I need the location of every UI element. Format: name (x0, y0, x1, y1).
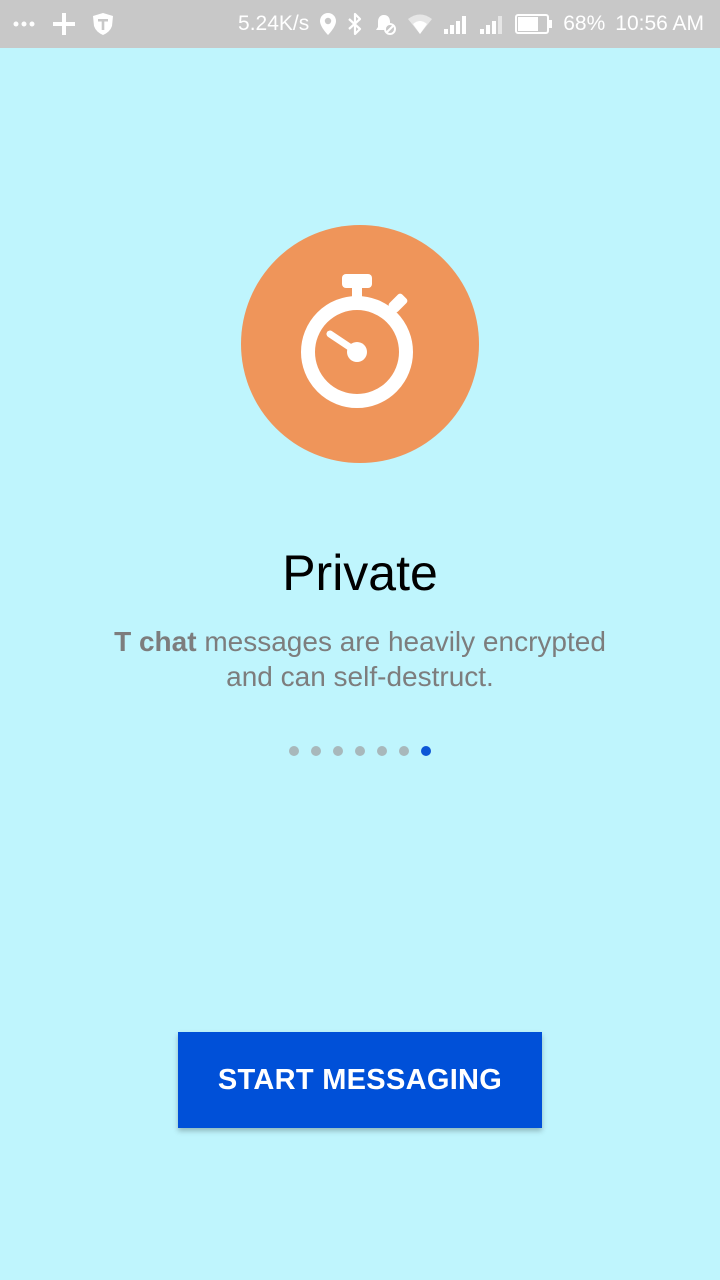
subtitle-line2: and can self-destruct. (226, 661, 494, 692)
page-dot (399, 746, 409, 756)
bluetooth-icon (347, 12, 363, 36)
location-icon (319, 12, 337, 36)
stopwatch-icon (300, 272, 420, 417)
alarm-icon (373, 12, 397, 36)
brand-name: T chat (114, 626, 197, 657)
page-title: Private (282, 545, 438, 601)
shield-t-icon (92, 12, 114, 36)
battery-icon (515, 13, 553, 35)
page-subtitle: T chat messages are heavily encrypted an… (80, 624, 640, 694)
more-dots-icon (12, 20, 36, 28)
signal-1-icon (443, 13, 469, 35)
start-messaging-button[interactable]: START MESSAGING (178, 1032, 542, 1128)
status-bar: 5.24K/s 68% 10:56 AM (0, 0, 720, 48)
network-speed: 5.24K/s (238, 12, 310, 35)
page-dot (333, 746, 343, 756)
page-dot-active (421, 746, 431, 756)
page-dot (377, 746, 387, 756)
page-dot (355, 746, 365, 756)
page-dot (311, 746, 321, 756)
clock-time: 10:56 AM (615, 12, 704, 35)
battery-percent: 68% (563, 12, 606, 35)
subtitle-line1: messages are heavily encrypted (196, 626, 606, 657)
page-dot (289, 746, 299, 756)
status-bar-left (12, 0, 114, 48)
wifi-icon (407, 13, 433, 35)
status-bar-right: 5.24K/s 68% 10:56 AM (238, 0, 704, 48)
signal-2-icon (479, 13, 505, 35)
plus-icon (52, 12, 76, 36)
page-indicator (0, 746, 720, 756)
hero-circle (241, 225, 479, 463)
